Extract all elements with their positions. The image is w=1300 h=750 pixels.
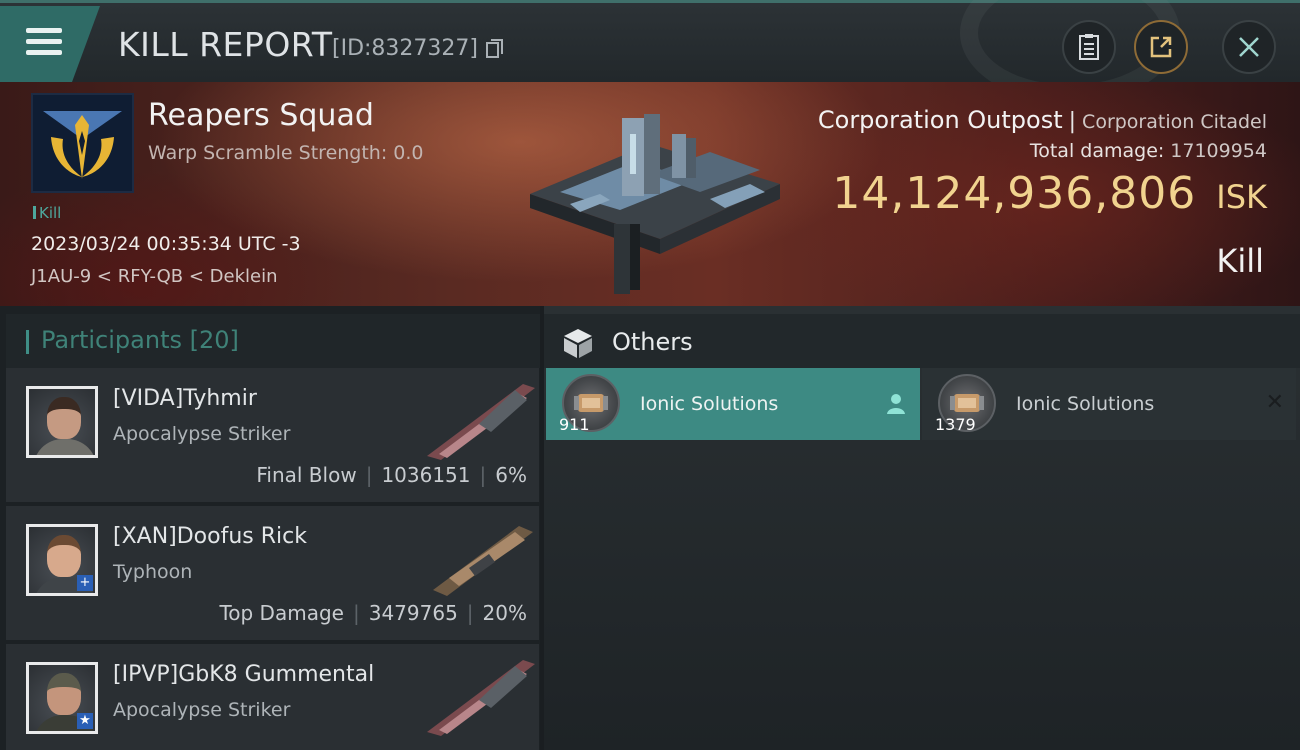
total-damage-value: 17109954: [1170, 140, 1267, 162]
item-name: Ionic Solutions: [1016, 393, 1155, 415]
dropped-item[interactable]: 1379 Ionic Solutions ✕: [922, 368, 1296, 440]
participant-role: Final Blow: [256, 463, 357, 487]
participant-ship: Typhoon: [113, 561, 193, 583]
avatar-head: [47, 397, 81, 439]
warp-scramble-strength: Warp Scramble Strength: 0.0: [148, 142, 424, 164]
isk-value-row: 14,124,936,806 ISK: [832, 168, 1267, 219]
stats-separator: |: [352, 601, 360, 625]
kill-tag-label: Kill: [39, 204, 62, 222]
victim-corporation-name[interactable]: Reapers Squad: [148, 98, 374, 133]
item-quantity: 1379: [935, 415, 976, 434]
target-line: Corporation Outpost | Corporation Citadel: [818, 106, 1267, 134]
participant-damage: 1036151: [381, 463, 471, 487]
others-panel: Others 911 Ionic Solutions 1379 Ionic So…: [544, 306, 1300, 750]
corporation-logo[interactable]: [31, 93, 134, 193]
target-separator: |: [1068, 109, 1077, 134]
participant-name: [VIDA]Tyhmir: [113, 386, 257, 411]
kill-timestamp: 2023/03/24 00:35:34 UTC -3: [31, 233, 301, 255]
plus-badge-icon: +: [77, 575, 93, 591]
participant-card[interactable]: + [XAN]Doofus Rick Typhoon Top Damage | 34…: [6, 506, 539, 640]
avatar[interactable]: +: [26, 524, 98, 596]
structure-image: [530, 114, 780, 294]
target-name[interactable]: Corporation Outpost: [818, 106, 1063, 134]
stats-separator: |: [479, 463, 487, 487]
dropped-item[interactable]: 911 Ionic Solutions: [546, 368, 920, 440]
participant-ship: Apocalypse Striker: [113, 423, 291, 445]
menu-icon-bar: [26, 39, 62, 44]
kill-tag-pip: [33, 206, 36, 219]
avatar[interactable]: [26, 386, 98, 458]
participant-name: [IPVP]GbK8 Gummental: [113, 662, 375, 687]
avatar-head: [47, 535, 81, 577]
title-bar: KILL REPORT [ID:8327327]: [0, 0, 1300, 103]
participants-panel: Participants [20] [VIDA]Tyhmir Apocalyps…: [0, 306, 540, 750]
close-icon: [1239, 37, 1259, 57]
isk-value: 14,124,936,806: [832, 168, 1197, 219]
avatar-head: [47, 673, 81, 715]
participant-stats: Top Damage | 3479765 | 20%: [219, 601, 527, 625]
close-button[interactable]: [1222, 20, 1276, 74]
participant-ship: Apocalypse Striker: [113, 699, 291, 721]
share-button[interactable]: [1134, 20, 1188, 74]
menu-button[interactable]: [0, 6, 100, 82]
corporation-emblem-icon: [43, 111, 122, 179]
item-quantity: 911: [559, 415, 590, 434]
kill-summary-banner: Reapers Squad Warp Scramble Strength: 0.…: [0, 82, 1300, 306]
header-accent-bar: [26, 330, 29, 354]
participant-damage: 3479765: [368, 601, 458, 625]
isk-unit: ISK: [1216, 178, 1267, 216]
participant-card[interactable]: ★ [IPVP]GbK8 Gummental Apocalypse Strike…: [6, 644, 539, 750]
participant-card[interactable]: [VIDA]Tyhmir Apocalypse Striker Final Bl…: [6, 368, 539, 502]
clipboard-icon: [1079, 34, 1099, 60]
star-badge-icon: ★: [77, 713, 93, 729]
stats-separator: |: [365, 463, 373, 487]
kill-result: Kill: [1216, 242, 1264, 280]
ship-image: [427, 384, 535, 460]
participant-percent: 20%: [482, 601, 527, 625]
participants-title: Participants [20]: [41, 326, 239, 354]
stats-separator: |: [466, 601, 474, 625]
ship-image: [433, 526, 533, 596]
page-title: KILL REPORT: [118, 25, 333, 64]
menu-icon: [26, 28, 62, 33]
cube-icon: [564, 329, 592, 358]
avatar[interactable]: ★: [26, 662, 98, 734]
participant-stats: Final Blow | 1036151 | 6%: [256, 463, 527, 487]
menu-icon-bar: [26, 50, 62, 55]
participant-role: Top Damage: [219, 601, 344, 625]
item-name: Ionic Solutions: [640, 393, 779, 415]
participants-header: Participants [20]: [6, 314, 540, 368]
others-title: Others: [612, 328, 693, 356]
others-header: Others: [544, 314, 1300, 368]
destroyed-x-icon: ✕: [1265, 390, 1284, 415]
share-icon: [1150, 36, 1172, 58]
participant-percent: 6%: [495, 463, 527, 487]
copy-icon[interactable]: [486, 39, 504, 59]
ship-image: [427, 660, 535, 736]
kill-location: J1AU-9 < RFY-QB < Deklein: [31, 266, 278, 287]
participant-name: [XAN]Doofus Rick: [113, 524, 307, 549]
total-damage: Total damage: 17109954: [1030, 140, 1267, 162]
clipboard-button[interactable]: [1062, 20, 1116, 74]
target-class: Corporation Citadel: [1082, 111, 1267, 133]
report-id: [ID:8327327]: [332, 36, 478, 61]
person-icon: [887, 394, 905, 414]
kill-tag: Kill: [33, 204, 61, 222]
total-damage-label: Total damage:: [1029, 140, 1165, 162]
